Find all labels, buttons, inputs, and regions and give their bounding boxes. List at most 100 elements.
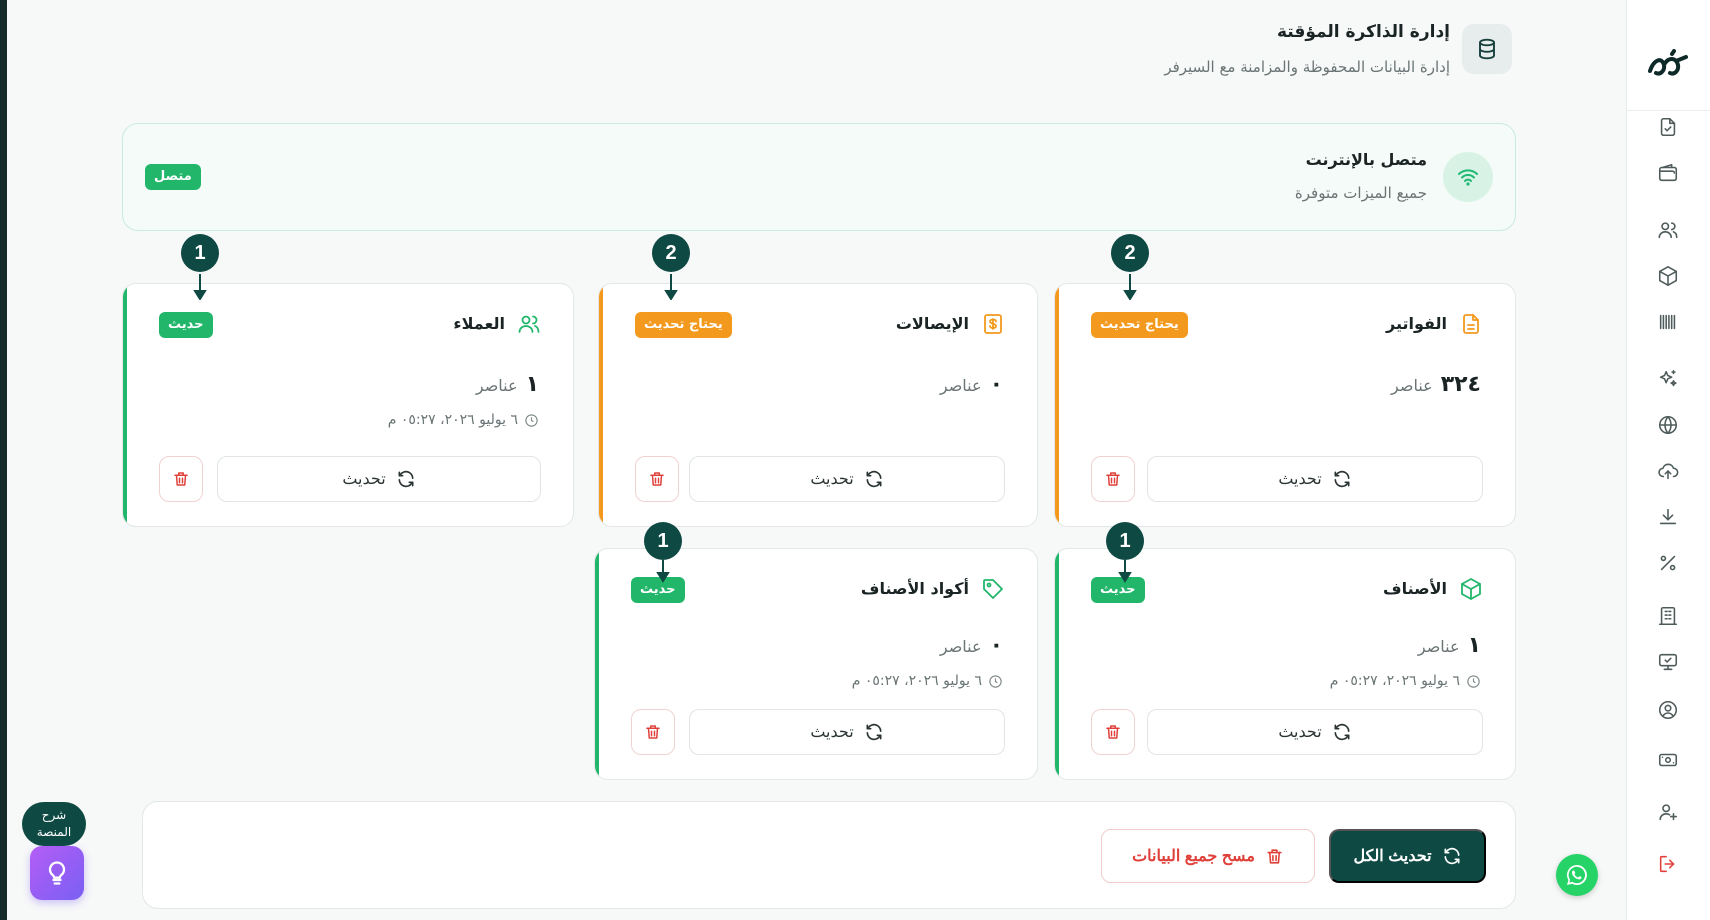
trash-icon bbox=[174, 472, 188, 486]
marker-arrow bbox=[1123, 274, 1137, 301]
item-count: ١ عناصر bbox=[476, 372, 539, 397]
logo-divider bbox=[1626, 110, 1710, 111]
count-label: عناصر bbox=[939, 637, 982, 656]
wifi-icon bbox=[1443, 152, 1493, 202]
status-badge: يحتاج تحديث bbox=[635, 312, 732, 338]
lightbulb-icon[interactable] bbox=[30, 846, 84, 900]
left-edge-strip bbox=[0, 0, 7, 920]
connection-subtitle: جميع الميزات متوفرة bbox=[1294, 184, 1427, 202]
last-updated: ٦ يوليو ٢٠٢٦، ٠٥:٢٧ م bbox=[388, 412, 539, 428]
timestamp: ٦ يوليو ٢٠٢٦، ٠٥:٢٧ م bbox=[851, 673, 982, 689]
refresh-button[interactable]: تحديث bbox=[1147, 709, 1483, 755]
trash-icon bbox=[1106, 725, 1120, 739]
package-icon[interactable] bbox=[1656, 264, 1680, 288]
delete-button[interactable] bbox=[635, 456, 679, 502]
file-text-icon bbox=[1459, 312, 1483, 336]
sparkles-icon[interactable] bbox=[1656, 367, 1680, 391]
tour-marker[interactable]: 2 bbox=[652, 234, 690, 272]
count-label: عناصر bbox=[939, 376, 982, 395]
card-title: الأصناف bbox=[1383, 579, 1447, 598]
refresh-label: تحديث bbox=[810, 724, 854, 741]
connection-badge: متصل bbox=[145, 164, 201, 190]
count-value: ٣٢٤ bbox=[1440, 372, 1481, 397]
count-value: ١ bbox=[525, 372, 539, 397]
download-icon[interactable] bbox=[1656, 505, 1680, 529]
refresh-label: تحديث bbox=[342, 471, 386, 488]
trash-icon bbox=[650, 472, 664, 486]
receipt-icon bbox=[981, 312, 1005, 336]
refresh-button[interactable]: تحديث bbox=[217, 456, 541, 502]
clock-icon bbox=[989, 674, 1002, 688]
marker-arrow bbox=[1118, 560, 1132, 586]
percent-icon[interactable] bbox=[1656, 551, 1680, 575]
sidebar bbox=[1626, 0, 1710, 920]
users-icon[interactable] bbox=[1656, 218, 1680, 242]
refresh-label: تحديث bbox=[1278, 724, 1322, 741]
delete-button[interactable] bbox=[159, 456, 203, 502]
last-updated: ٦ يوليو ٢٠٢٦، ٠٥:٢٧ م bbox=[1330, 673, 1481, 689]
barcode-icon[interactable] bbox=[1656, 310, 1680, 334]
count-label: عناصر bbox=[475, 376, 518, 395]
timestamp: ٦ يوليو ٢٠٢٦، ٠٥:٢٧ م bbox=[1329, 673, 1460, 689]
count-label: عناصر bbox=[1417, 637, 1460, 656]
trash-icon bbox=[1267, 848, 1282, 864]
logout-icon[interactable] bbox=[1656, 852, 1680, 876]
delete-button[interactable] bbox=[1091, 709, 1135, 755]
database-icon bbox=[1462, 24, 1512, 74]
timestamp: ٦ يوليو ٢٠٢٦، ٠٥:٢٧ م bbox=[387, 412, 518, 428]
status-badge: حديث bbox=[159, 312, 213, 338]
platform-tour-label[interactable]: شرح المنصة bbox=[22, 802, 86, 846]
clock-icon bbox=[525, 413, 538, 427]
cash-icon[interactable] bbox=[1656, 748, 1680, 772]
refresh-button[interactable]: تحديث bbox=[689, 709, 1005, 755]
refresh-icon bbox=[1334, 470, 1350, 488]
cloud-upload-icon[interactable] bbox=[1656, 459, 1680, 483]
refresh-button[interactable]: تحديث bbox=[1147, 456, 1483, 502]
brand-logo[interactable] bbox=[1644, 42, 1692, 90]
package-icon bbox=[1459, 577, 1483, 601]
last-updated: ٦ يوليو ٢٠٢٦، ٠٥:٢٧ م bbox=[852, 673, 1003, 689]
wallet-icon[interactable] bbox=[1656, 161, 1680, 185]
users-icon bbox=[517, 312, 541, 336]
tour-marker[interactable]: 1 bbox=[644, 522, 682, 560]
clock-icon bbox=[1467, 674, 1480, 688]
item-count: ٠ عناصر bbox=[940, 633, 1003, 658]
trash-icon bbox=[1106, 472, 1120, 486]
tour-marker[interactable]: 1 bbox=[181, 234, 219, 272]
cache-card-customers: العملاء حديث ١ عناصر ٦ يوليو ٢٠٢٦، ٠٥:٢٧… bbox=[122, 283, 574, 527]
trash-icon bbox=[646, 725, 660, 739]
item-count: ١ عناصر bbox=[1418, 633, 1481, 658]
card-title: العملاء bbox=[453, 314, 505, 333]
building-icon[interactable] bbox=[1656, 604, 1680, 628]
clear-all-data-button[interactable]: مسح جميع البيانات bbox=[1101, 829, 1315, 883]
file-check-icon[interactable] bbox=[1656, 115, 1680, 139]
whatsapp-icon[interactable] bbox=[1556, 854, 1598, 896]
tour-marker[interactable]: 1 bbox=[1106, 522, 1144, 560]
count-value: ١ bbox=[1467, 633, 1481, 658]
delete-button[interactable] bbox=[631, 709, 675, 755]
monitor-icon[interactable] bbox=[1656, 650, 1680, 674]
count-label: عناصر bbox=[1391, 376, 1433, 395]
page-subtitle: إدارة البيانات المحفوظة والمزامنة مع الس… bbox=[1164, 58, 1450, 76]
marker-arrow bbox=[664, 274, 678, 301]
cache-card-invoices: الفواتير يحتاج تحديث ٣٢٤ عناصر تحديث bbox=[1054, 283, 1516, 527]
refresh-icon bbox=[866, 470, 882, 488]
globe-icon[interactable] bbox=[1656, 413, 1680, 437]
tag-icon bbox=[981, 577, 1005, 601]
refresh-label: تحديث bbox=[810, 471, 854, 488]
bulk-actions-bar: تحديث الكل مسح جميع البيانات bbox=[142, 801, 1516, 909]
page-title: إدارة الذاكرة المؤقتة bbox=[1276, 22, 1450, 42]
card-title: الفواتير bbox=[1385, 314, 1447, 333]
user-circle-icon[interactable] bbox=[1656, 698, 1680, 722]
user-plus-icon[interactable] bbox=[1656, 800, 1680, 824]
tour-marker[interactable]: 2 bbox=[1111, 234, 1149, 272]
delete-button[interactable] bbox=[1091, 456, 1135, 502]
refresh-all-button[interactable]: تحديث الكل bbox=[1329, 829, 1486, 883]
refresh-label: تحديث bbox=[1278, 471, 1322, 488]
status-badge: يحتاج تحديث bbox=[1091, 312, 1188, 338]
card-title: الإيصالات bbox=[895, 314, 969, 333]
refresh-button[interactable]: تحديث bbox=[689, 456, 1005, 502]
connection-title: متصل بالإنترنت bbox=[1305, 150, 1427, 169]
count-value: ٠ bbox=[989, 633, 1003, 658]
card-title: أكواد الأصناف bbox=[860, 579, 969, 598]
